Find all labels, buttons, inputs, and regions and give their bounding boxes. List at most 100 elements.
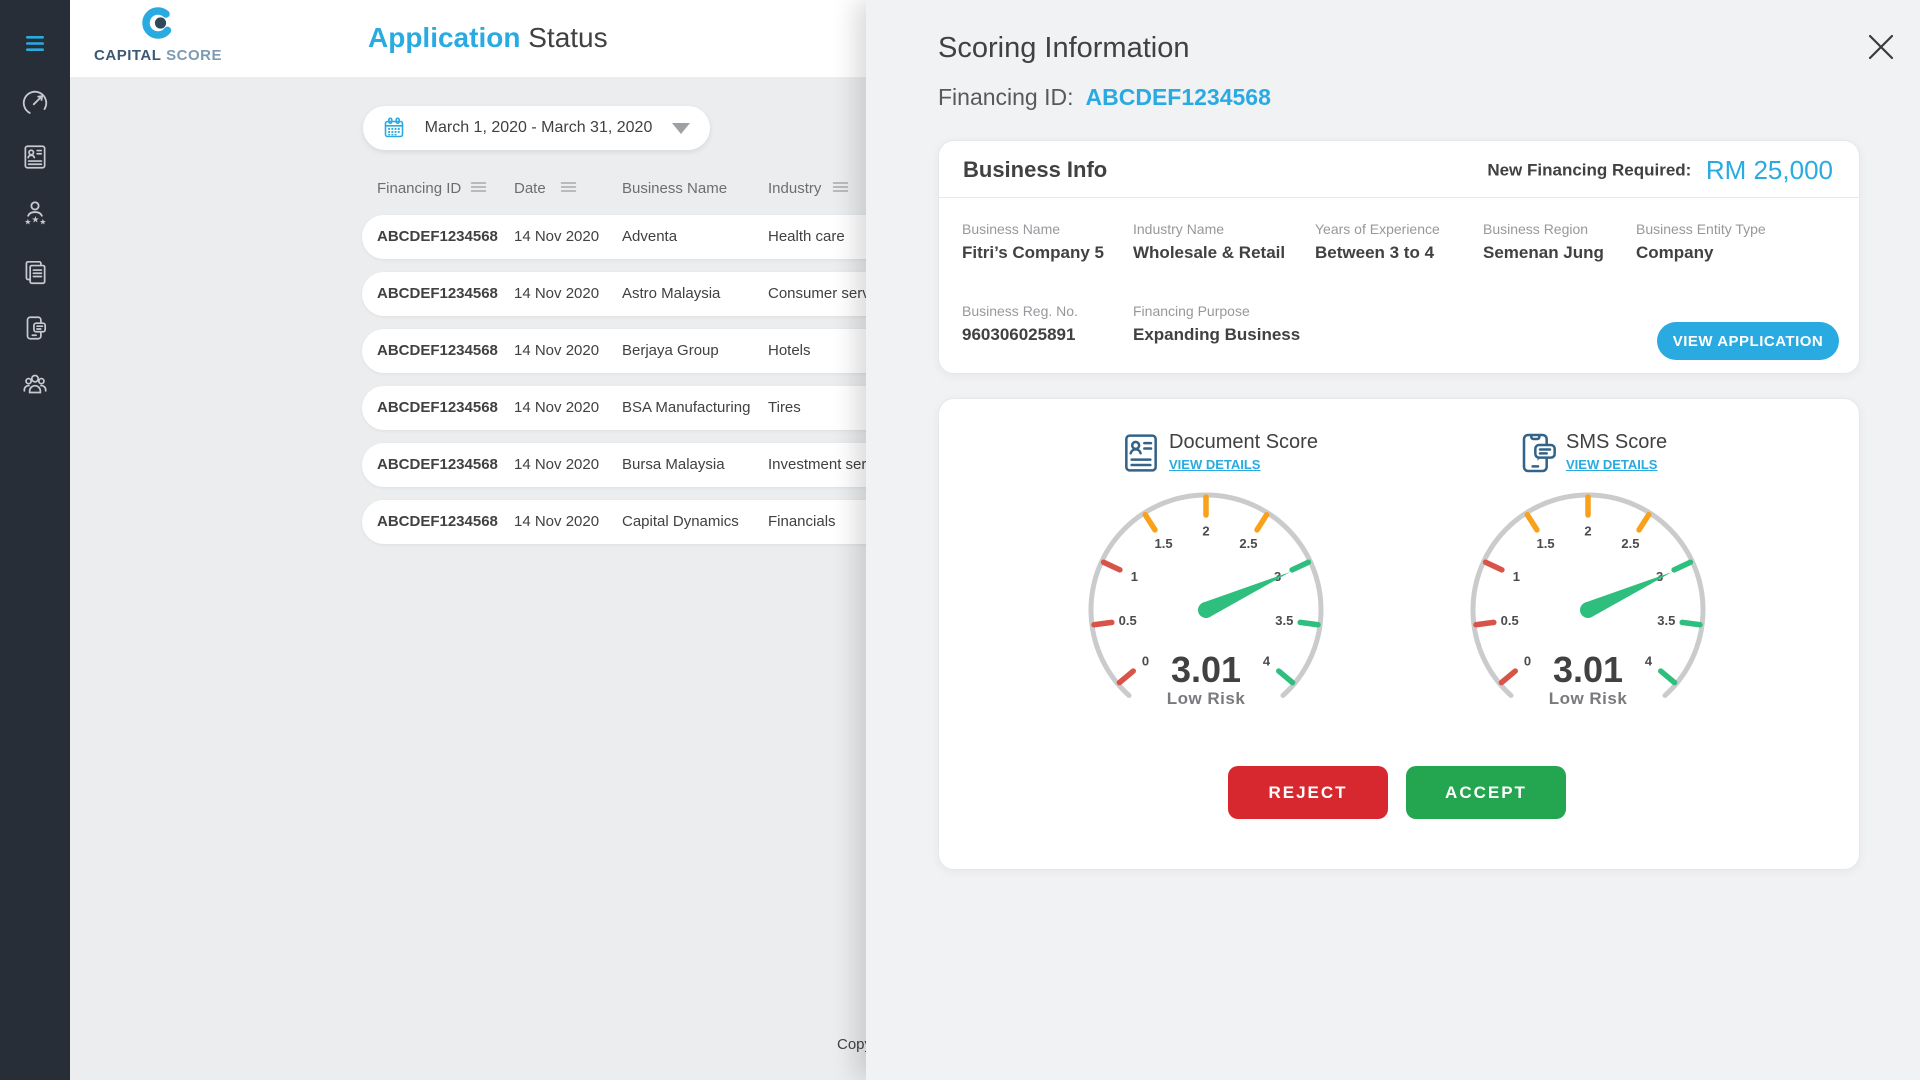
sms-score-title: SMS Score xyxy=(1566,431,1667,454)
document-score-risk-label: Low Risk xyxy=(1106,689,1306,709)
svg-text:0.5: 0.5 xyxy=(1119,613,1137,628)
sort-icon-date[interactable] xyxy=(560,180,577,197)
new-financing-label: New Financing Required: xyxy=(1487,161,1691,180)
view-application-button[interactable]: VIEW APPLICATION xyxy=(1657,322,1839,360)
column-industry: Industry xyxy=(768,180,821,197)
field-business-region: Business Region Semenan Jung xyxy=(1483,221,1604,263)
chevron-down-icon xyxy=(672,123,690,134)
svg-text:1: 1 xyxy=(1513,569,1520,584)
sidebar-item-sms[interactable] xyxy=(0,311,70,345)
new-financing-required: New Financing Required: RM 25,000 xyxy=(1487,155,1833,186)
svg-text:★: ★ xyxy=(31,215,39,225)
document-score-value: 3.01 xyxy=(1106,649,1306,691)
document-score-view-details-link[interactable]: VIEW DETAILS xyxy=(1169,457,1260,472)
id-card-icon xyxy=(20,142,50,172)
reject-button[interactable]: REJECT xyxy=(1228,766,1388,819)
business-info-title: Business Info xyxy=(963,157,1107,183)
cell-date: 14 Nov 2020 xyxy=(514,500,599,544)
application-status-screen: CAPITAL SCORE Application Status xyxy=(0,0,1920,1080)
sms-score-icon xyxy=(1518,431,1558,480)
documents-icon xyxy=(20,257,50,287)
field-business-reg-no: Business Reg. No. 960306025891 xyxy=(962,303,1078,345)
cell-business-name: Berjaya Group xyxy=(622,329,719,373)
close-panel-button[interactable] xyxy=(1858,24,1904,70)
person-rating-icon: ★ ★ ★ xyxy=(20,197,50,227)
sidebar-item-scoring[interactable]: ★ ★ ★ xyxy=(0,195,70,229)
cell-industry: Hotels xyxy=(768,329,811,373)
cell-date: 14 Nov 2020 xyxy=(514,329,599,373)
cell-financing-id: ABCDEF1234568 xyxy=(377,215,498,259)
field-financing-purpose: Financing Purpose Expanding Business xyxy=(1133,303,1300,345)
cell-date: 14 Nov 2020 xyxy=(514,443,599,487)
column-financing-id: Financing ID xyxy=(377,180,461,197)
financing-id-label: Financing ID: xyxy=(938,84,1074,110)
people-group-icon xyxy=(19,369,51,399)
cell-financing-id: ABCDEF1234568 xyxy=(377,500,498,544)
field-business-name: Business Name Fitri’s Company 5 xyxy=(962,221,1104,263)
sort-icon-industry[interactable] xyxy=(832,180,849,197)
document-score-icon xyxy=(1121,431,1161,480)
logo-c-mark xyxy=(136,4,180,44)
cell-financing-id: ABCDEF1234568 xyxy=(377,443,498,487)
page-title: Application Status xyxy=(368,22,608,54)
menu-toggle-button[interactable] xyxy=(0,26,70,60)
field-years-experience: Years of Experience Between 3 to 4 xyxy=(1315,221,1440,263)
business-info-card: Business Info New Financing Required: RM… xyxy=(938,140,1860,374)
svg-text:2.5: 2.5 xyxy=(1239,536,1257,551)
svg-text:★: ★ xyxy=(39,217,46,226)
cell-financing-id: ABCDEF1234568 xyxy=(377,386,498,430)
svg-text:2: 2 xyxy=(1202,524,1209,539)
field-industry-name: Industry Name Wholesale & Retail xyxy=(1133,221,1285,263)
svg-text:0.5: 0.5 xyxy=(1501,613,1519,628)
document-score-title: Document Score xyxy=(1169,431,1318,454)
sms-score-view-details-link[interactable]: VIEW DETAILS xyxy=(1566,457,1657,472)
svg-text:2: 2 xyxy=(1584,524,1591,539)
scores-card: Document Score VIEW DETAILS SMS Score VI… xyxy=(938,398,1860,870)
calendar-icon xyxy=(383,117,405,139)
cell-date: 14 Nov 2020 xyxy=(514,272,599,316)
column-date: Date xyxy=(514,180,546,197)
sidebar-item-dashboard[interactable] xyxy=(0,86,70,120)
cell-industry: Financials xyxy=(768,500,836,544)
financing-id-line: Financing ID: ABCDEF1234568 xyxy=(938,84,1271,111)
sms-score-risk-label: Low Risk xyxy=(1488,689,1688,709)
cell-date: 14 Nov 2020 xyxy=(514,215,599,259)
business-info-header: Business Info New Financing Required: RM… xyxy=(939,141,1859,198)
accept-button[interactable]: ACCEPT xyxy=(1406,766,1566,819)
hamburger-icon xyxy=(25,35,45,52)
svg-text:1: 1 xyxy=(1131,569,1138,584)
financing-id-value: ABCDEF1234568 xyxy=(1086,84,1271,110)
cell-date: 14 Nov 2020 xyxy=(514,386,599,430)
phone-message-icon xyxy=(20,313,50,343)
scoring-information-panel: Scoring Information Financing ID: ABCDEF1… xyxy=(866,0,1920,1080)
sms-score-value: 3.01 xyxy=(1488,649,1688,691)
date-range-picker[interactable]: March 1, 2020 - March 31, 2020 xyxy=(363,106,710,150)
cell-financing-id: ABCDEF1234568 xyxy=(377,272,498,316)
svg-text:3.5: 3.5 xyxy=(1657,613,1675,628)
logo-text: CAPITAL SCORE xyxy=(90,47,226,64)
capital-score-logo[interactable]: CAPITAL SCORE xyxy=(90,4,226,64)
sidebar-item-documents[interactable] xyxy=(0,255,70,289)
cell-financing-id: ABCDEF1234568 xyxy=(377,329,498,373)
new-financing-value: RM 25,000 xyxy=(1706,155,1833,185)
close-icon xyxy=(1861,27,1901,67)
sidebar-item-customers[interactable] xyxy=(0,367,70,401)
sidebar-item-applications[interactable] xyxy=(0,140,70,174)
field-entity-type: Business Entity Type Company xyxy=(1636,221,1766,263)
cell-business-name: Adventa xyxy=(622,215,677,259)
cell-industry: Health care xyxy=(768,215,845,259)
cell-business-name: BSA Manufacturing xyxy=(622,386,750,430)
date-range-value: March 1, 2020 - March 31, 2020 xyxy=(405,119,672,137)
column-business-name: Business Name xyxy=(622,180,727,197)
svg-text:1.5: 1.5 xyxy=(1537,536,1555,551)
cell-business-name: Bursa Malaysia xyxy=(622,443,725,487)
cell-industry: Tires xyxy=(768,386,801,430)
panel-title: Scoring Information xyxy=(938,32,1189,65)
cell-business-name: Capital Dynamics xyxy=(622,500,739,544)
speedometer-icon xyxy=(20,88,50,118)
sidebar-nav: ★ ★ ★ xyxy=(0,0,70,1080)
sort-icon-financing-id[interactable] xyxy=(470,180,487,197)
svg-text:2.5: 2.5 xyxy=(1621,536,1639,551)
cell-business-name: Astro Malaysia xyxy=(622,272,720,316)
svg-text:1.5: 1.5 xyxy=(1155,536,1173,551)
